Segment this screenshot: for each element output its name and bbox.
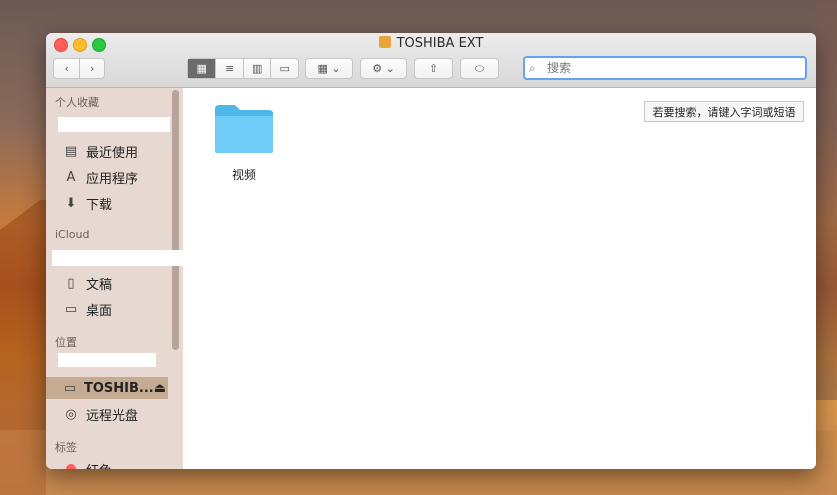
sidebar-item-desktop[interactable]: ▭ 桌面 (62, 298, 112, 320)
sidebar-item-recents[interactable]: ▤ 最近使用 (62, 140, 138, 162)
back-button[interactable]: ‹ (54, 59, 79, 78)
sidebar-scrollbar[interactable] (172, 90, 179, 350)
forward-button[interactable]: › (79, 59, 104, 78)
sidebar-section-icloud: iCloud (55, 228, 90, 241)
search-icon: ⌕ (529, 60, 536, 75)
tag-button[interactable]: ⬭ (460, 58, 499, 79)
grid-icon: ▦ (317, 62, 328, 75)
sidebar-item-label: 文稿 (86, 277, 113, 293)
sidebar-item-label: 最近使用 (86, 145, 139, 161)
red-tag-icon (62, 460, 80, 469)
external-drive-icon (378, 36, 391, 48)
folder-icon (215, 105, 273, 153)
folder-label: 视频 (231, 168, 256, 182)
sidebar-item-label: 远程光盘 (86, 408, 139, 424)
search-tooltip: 若要搜索，请键入字词或短语 (644, 101, 804, 122)
redacted-item (58, 117, 170, 132)
column-view-button[interactable]: ▥ (242, 59, 271, 78)
sidebar-item-label: TOSHIB... (83, 380, 154, 396)
sidebar-item-red-tag[interactable]: 红色 (62, 458, 112, 469)
recents-icon: ▤ (64, 143, 78, 159)
sidebar-section-favorites: 个人收藏 (55, 96, 99, 109)
redacted-item (52, 250, 183, 266)
view-mode-control: ▦ ≡ ▥ ▭ (187, 58, 299, 79)
sidebar-section-tags: 标签 (55, 441, 77, 454)
sidebar-item-label: 桌面 (86, 303, 113, 319)
sidebar-item-label: 应用程序 (86, 171, 139, 187)
share-button[interactable]: ⇧ (414, 58, 453, 79)
baidu-watermark-url: jingyan.baidu.com (655, 455, 775, 470)
desktop-icon: ▭ (64, 301, 78, 317)
search-input[interactable] (545, 60, 789, 76)
sidebar-item-documents[interactable]: ▯ 文稿 (62, 272, 112, 294)
sidebar-item-downloads[interactable]: ⬇ 下载 (62, 192, 112, 214)
sidebar-item-applications[interactable]: A 应用程序 (62, 166, 138, 188)
share-icon: ⇧ (428, 62, 439, 75)
columns-icon: ▥ (252, 62, 263, 75)
window-title: TOSHIBA EXT (46, 36, 816, 51)
sidebar-item-toshiba[interactable]: ▭ TOSHIB... ⏏ (62, 377, 166, 399)
list-icon: ≡ (225, 62, 235, 75)
chevron-right-icon: › (90, 62, 95, 75)
sidebar: 个人收藏 ▤ 最近使用 A 应用程序 ⬇ 下载 iCloud ▯ 文稿 ▭ 桌面 位置 ▭… (46, 88, 183, 469)
sidebar-section-locations: 位置 (55, 336, 77, 349)
nav-buttons: ‹ › (53, 58, 105, 79)
download-icon: ⬇ (65, 195, 77, 211)
baidu-watermark-logo: Baidu经验 (640, 407, 793, 440)
list-view-button[interactable]: ≡ (215, 59, 243, 78)
chevron-down-icon: ⌄ (385, 62, 395, 75)
tag-icon: ⬭ (474, 61, 485, 75)
group-button[interactable]: ▦ ⌄ (305, 58, 353, 79)
gallery-icon: ▭ (279, 62, 290, 75)
sidebar-item-label: 下载 (86, 197, 113, 213)
icon-view-button[interactable]: ▦ (188, 59, 216, 78)
disc-icon: ◎ (65, 406, 77, 422)
gear-icon: ⚙ (372, 62, 383, 75)
external-drive-icon: ▭ (63, 380, 77, 396)
toolbar: TOSHIBA EXT ‹ › ▦ ≡ ▥ ▭ ▦ ⌄ ⚙ ⌄ ⇧ ⬭ ⌕ (46, 33, 816, 88)
sidebar-item-remote-disc[interactable]: ◎ 远程光盘 (62, 403, 138, 425)
document-icon: ▯ (67, 275, 75, 291)
chevron-left-icon: ‹ (64, 62, 69, 75)
eject-icon[interactable]: ⏏ (154, 381, 166, 396)
grid-icon: ▦ (196, 62, 207, 75)
action-button[interactable]: ⚙ ⌄ (360, 58, 407, 79)
search-field[interactable]: ⌕ (523, 56, 807, 80)
redacted-item (58, 353, 156, 367)
sidebar-item-label: 红色 (86, 460, 112, 470)
window-title-text: TOSHIBA EXT (396, 36, 484, 51)
gallery-view-button[interactable]: ▭ (270, 59, 298, 78)
chevron-down-icon: ⌄ (331, 62, 341, 75)
applications-icon: A (66, 169, 76, 185)
